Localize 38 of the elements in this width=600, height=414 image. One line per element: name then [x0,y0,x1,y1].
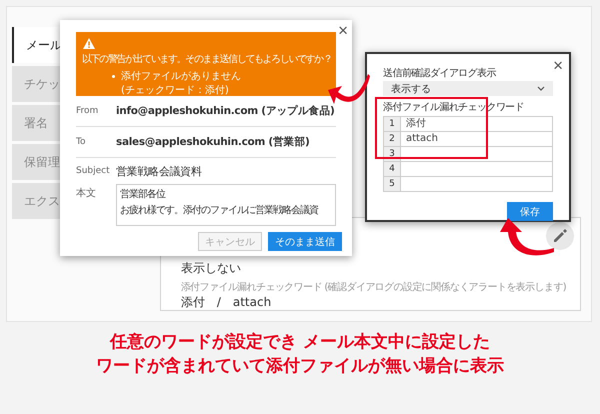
caption-text: 任意のワードが設定でき メール本文中に設定した [110,331,490,354]
field-label: 本文 [76,186,97,200]
row-number: 4 [384,162,401,176]
field-value: sales@appleshokuhin.com (営業部) [116,135,310,149]
setting-words: 添付 / attach [180,294,272,311]
close-button[interactable]: × [338,22,348,39]
edit-button[interactable] [546,222,574,250]
caption-text: ワードが含まれていて添付ファイルが無い場合に表示 [96,355,504,378]
dropdown[interactable]: 表示する [383,81,553,96]
body-field[interactable]: 営業部各位 お疲れ様です。添付のファイルに営業戦略会議資 [116,184,336,226]
send-button[interactable]: そのまま送信 [268,232,342,251]
setting-label: 添付ファイル漏れチェックワード (確認ダイアログの設定に関係なくアラートを表示します) [180,280,566,294]
save-button[interactable]: 保存 [507,202,553,221]
bullet-icon [112,74,115,78]
warning-item: 添付ファイルがありません [121,70,241,83]
field-value: 営業戦略会議資料 [116,164,202,178]
word-field[interactable]: 添付 [401,117,552,131]
close-button[interactable]: × [553,57,563,74]
chevron-icon [537,86,545,91]
warning-icon [82,37,96,50]
body-text: 営業部各位 [120,188,166,202]
row-number: 5 [384,177,401,191]
dropdown-value: 表示する [391,82,431,96]
field-label: Subject [76,166,111,176]
row-number: 1 [384,117,401,131]
field-label: 送信前確認ダイアログ表示 [383,68,498,80]
row-number: 2 [384,132,401,146]
field-label: From [76,106,100,116]
word-field[interactable]: attach [401,132,552,146]
setting-value: 表示しない [180,260,242,277]
field-value: info@appleshokuhin.com (アップル食品) [116,104,334,118]
warning-text: 以下の警告が出ています。そのまま送信してもよろしいですか？ [82,52,332,66]
body-text: お疲れ様です。添付のファイルに営業戦略会議資 [120,204,320,218]
check-word-note: (チェックワード：添付) [121,84,230,97]
pencil-icon [552,228,568,244]
field-label: To [76,137,86,147]
field-label: 添付ファイル漏れチェックワード [383,102,526,114]
curved-arrow [498,218,556,258]
